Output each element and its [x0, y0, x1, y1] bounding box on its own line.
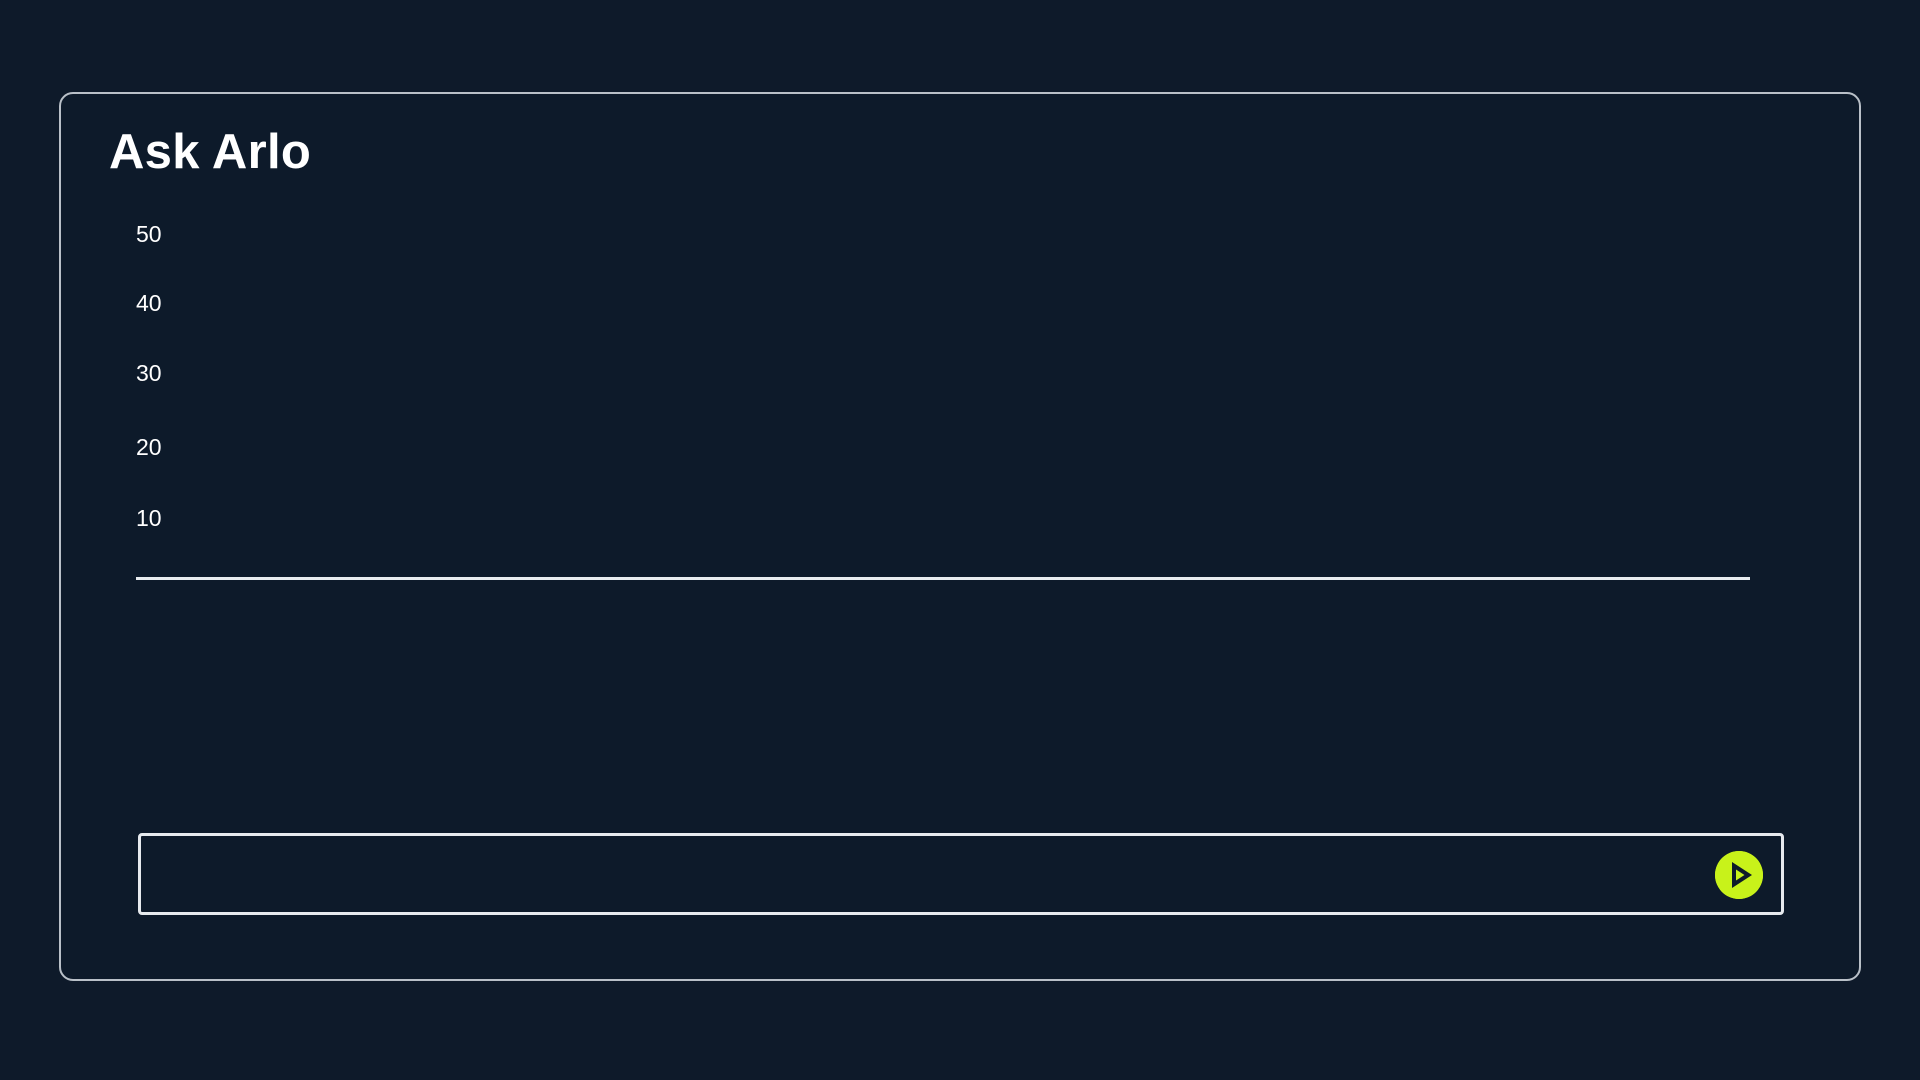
- y-tick-label: 40: [136, 290, 162, 316]
- chart-baseline: [136, 577, 1750, 580]
- send-button[interactable]: [1715, 851, 1763, 899]
- prompt-box: [138, 833, 1784, 915]
- y-tick-label: 10: [136, 505, 162, 531]
- ask-arlo-panel: Ask Arlo 50 40 30 20 10: [59, 92, 1861, 981]
- y-tick-label: 50: [136, 221, 162, 247]
- prompt-input[interactable]: [155, 846, 1699, 904]
- y-tick-label: 20: [136, 434, 162, 460]
- y-tick-label: 30: [136, 360, 162, 386]
- page-title: Ask Arlo: [109, 125, 312, 179]
- play-icon: [1715, 851, 1763, 899]
